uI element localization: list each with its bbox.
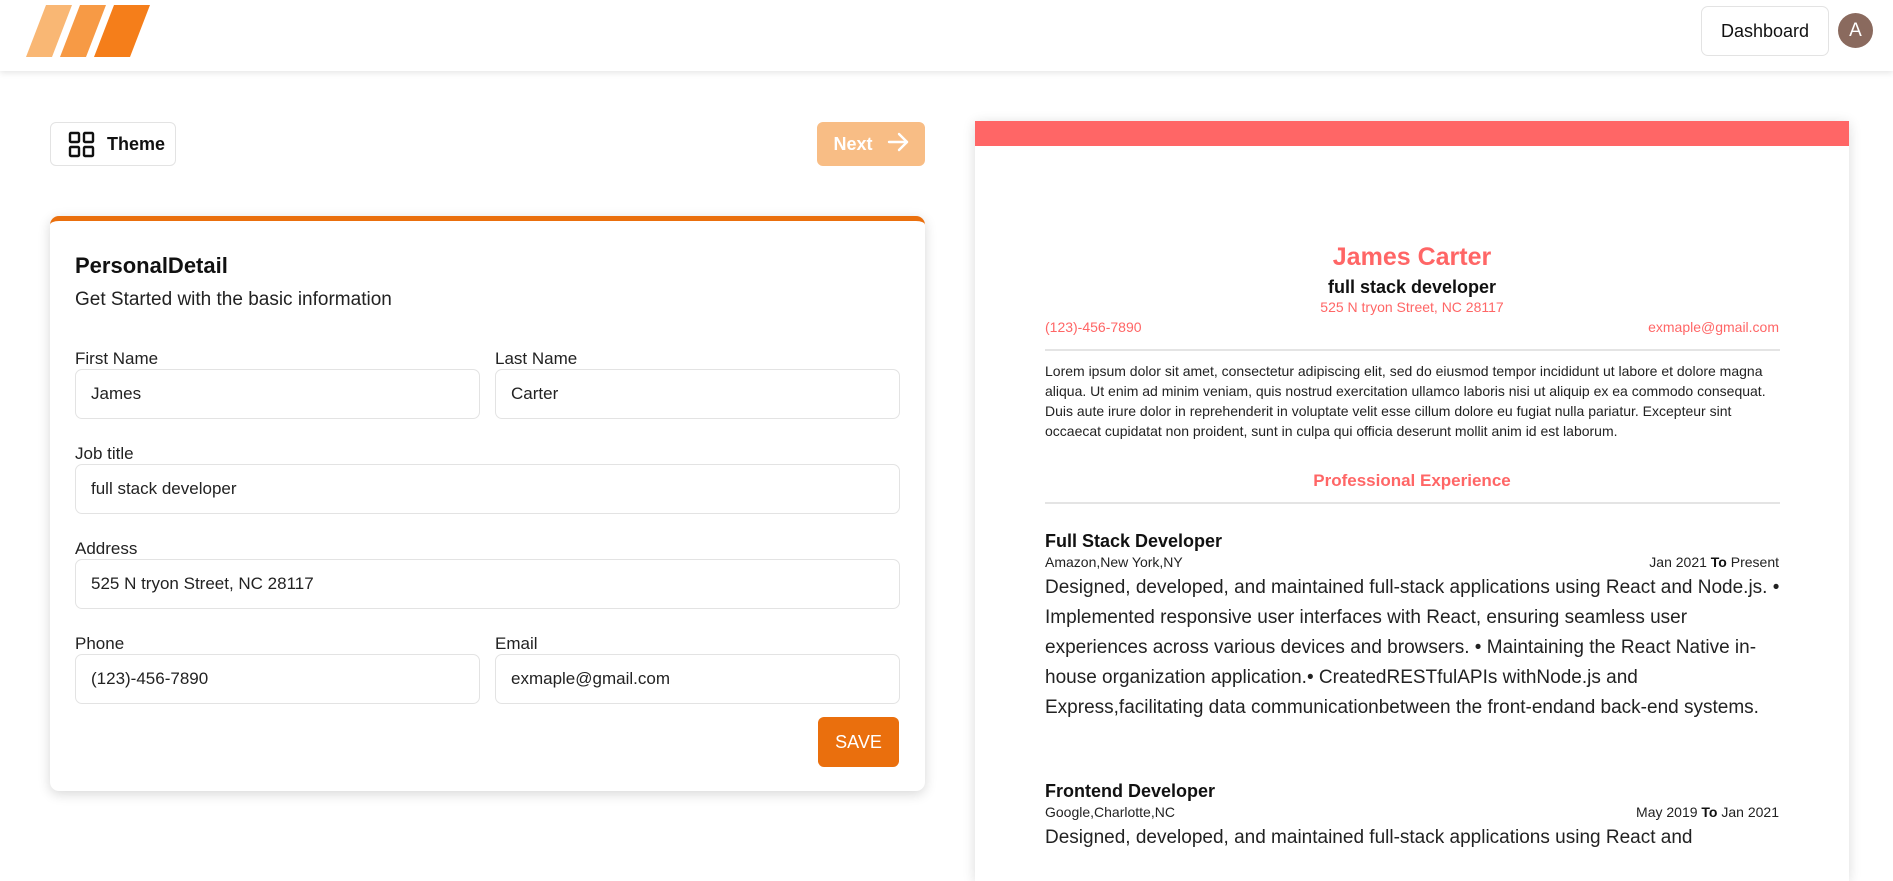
resume-divider xyxy=(1045,349,1780,351)
resume-job-title: full stack developer xyxy=(1327,277,1497,297)
save-button[interactable]: SAVE xyxy=(818,717,899,767)
experience-1-end: Present xyxy=(1730,554,1779,570)
last-name-label: Last Name xyxy=(495,349,578,368)
phone-label: Phone xyxy=(75,634,125,653)
brand-stripes-logo[interactable] xyxy=(26,5,150,57)
job-title-input[interactable] xyxy=(75,464,900,514)
experience-2-title: Frontend Developer xyxy=(1045,781,1216,801)
grid-icon xyxy=(68,131,95,158)
resume-address: 525 N tryon Street, NC 28117 xyxy=(1320,299,1504,315)
last-name-input[interactable] xyxy=(495,369,900,419)
experience-2-end: Jan 2021 xyxy=(1721,804,1779,820)
experience-2-dates: May 2019 To Jan 2021 xyxy=(1636,804,1779,820)
experience-1-dates: Jan 2021 To Present xyxy=(1649,554,1779,570)
resume-name: James Carter xyxy=(1332,243,1492,271)
personal-detail-card: PersonalDetail Get Started with the basi… xyxy=(50,216,925,791)
experience-1-company: Amazon,New York,NY xyxy=(1045,554,1183,570)
experience-1-description: Designed, developed, and maintained full… xyxy=(1045,577,1780,718)
experience-heading: Professional Experience xyxy=(1313,471,1511,490)
arrow-right-icon xyxy=(887,132,909,157)
date-separator: To xyxy=(1701,804,1718,820)
theme-button[interactable]: Theme xyxy=(50,122,176,166)
theme-button-label: Theme xyxy=(107,133,166,154)
experience-2-description: Designed, developed, and maintained full… xyxy=(1045,827,1693,848)
experience-2-company: Google,Charlotte,NC xyxy=(1045,804,1175,820)
experience-divider xyxy=(1045,502,1780,504)
address-input[interactable] xyxy=(75,559,900,609)
resume-phone: (123)-456-7890 xyxy=(1045,319,1142,335)
resume-summary: Lorem ipsum dolor sit amet, consectetur … xyxy=(1045,363,1766,439)
resume-preview: James Carter full stack developer 525 N … xyxy=(975,121,1849,881)
resume-email: exmaple@gmail.com xyxy=(1648,319,1779,335)
first-name-input[interactable] xyxy=(75,369,480,419)
dashboard-button[interactable]: Dashboard xyxy=(1701,6,1829,56)
experience-2-start: May 2019 xyxy=(1636,804,1698,820)
experience-1-title: Full Stack Developer xyxy=(1045,531,1223,551)
next-button[interactable]: Next xyxy=(817,122,925,166)
email-label: Email xyxy=(495,634,538,653)
top-navbar: Dashboard A xyxy=(0,0,1893,71)
experience-1-start: Jan 2021 xyxy=(1649,554,1707,570)
date-separator: To xyxy=(1710,554,1727,570)
card-title: PersonalDetail xyxy=(75,253,228,278)
email-input[interactable] xyxy=(495,654,900,704)
phone-input[interactable] xyxy=(75,654,480,704)
card-subtitle: Get Started with the basic information xyxy=(75,289,392,310)
user-avatar[interactable]: A xyxy=(1838,13,1873,48)
first-name-label: First Name xyxy=(75,349,159,368)
address-label: Address xyxy=(75,539,138,558)
job-title-label: Job title xyxy=(75,444,134,463)
next-button-label: Next xyxy=(833,133,873,154)
